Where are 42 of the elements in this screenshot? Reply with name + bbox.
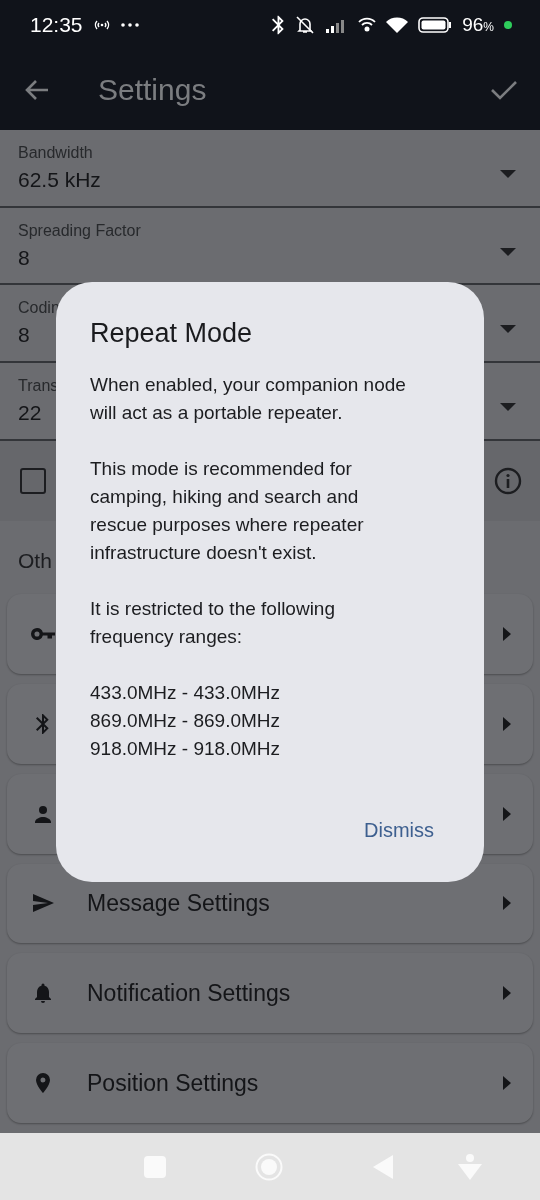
dropdown-field[interactable]: Bandwidth 62.5 kHz — [0, 129, 540, 208]
status-time: 12:35 — [30, 12, 83, 37]
battery-percent: 96% — [462, 13, 494, 36]
status-dot-icon — [504, 20, 512, 29]
field-label: Bandwidth — [18, 143, 93, 162]
hotspot-icon — [92, 18, 111, 31]
field-label: Trans — [18, 377, 59, 396]
dropdown-caret-icon — [500, 169, 516, 178]
field-value: 62.5 kHz — [18, 167, 101, 192]
dialog-paragraph: This mode is recommended for camping, hiking and search and rescue purposes where repeater infrastructure doesn't exist. — [90, 457, 364, 565]
arrow-right-icon — [503, 626, 511, 641]
bluetooth-icon — [272, 14, 285, 35]
field-label: Spreading Factor — [18, 221, 141, 240]
section-title: Oth — [18, 549, 52, 574]
field-value: 22 — [18, 401, 42, 426]
key-icon — [31, 627, 55, 640]
hotspot-wifi-icon — [358, 16, 377, 33]
field-value: 8 — [18, 323, 30, 348]
dismiss-button[interactable]: Dismiss — [348, 813, 450, 848]
settings-menu-item[interactable]: Position Settings — [7, 1043, 533, 1124]
app-bar-title: Settings — [98, 72, 208, 107]
back-icon[interactable] — [24, 77, 50, 102]
dropdown-caret-icon — [500, 247, 516, 256]
settings-menu-item[interactable]: Notification Settings — [7, 953, 533, 1034]
arrow-right-icon — [503, 1076, 511, 1091]
arrow-right-icon — [503, 716, 511, 731]
arrow-right-icon — [503, 806, 511, 821]
info-icon[interactable] — [494, 467, 522, 496]
battery-icon — [418, 16, 453, 33]
wifi-icon — [386, 16, 409, 33]
checkbox[interactable] — [20, 468, 46, 495]
dialog-title: Repeat Mode — [90, 318, 254, 349]
arrow-right-icon — [503, 896, 511, 911]
arrow-right-icon — [503, 986, 511, 1001]
dialog-paragraph: It is restricted to the following frequency ranges: — [90, 597, 335, 649]
dropdown-caret-icon — [500, 403, 516, 412]
dropdown-caret-icon — [500, 325, 516, 334]
check-icon[interactable] — [490, 78, 518, 101]
field-value: 8 — [18, 245, 30, 270]
more-icon — [120, 22, 139, 27]
dialog-paragraph: When enabled, your companion node will act as a portable repeater. — [90, 373, 406, 425]
dialog-paragraph: 433.0MHz - 433.0MHz 869.0MHz - 869.0MHz 918.0MHz - 918.0MHz — [90, 681, 281, 761]
